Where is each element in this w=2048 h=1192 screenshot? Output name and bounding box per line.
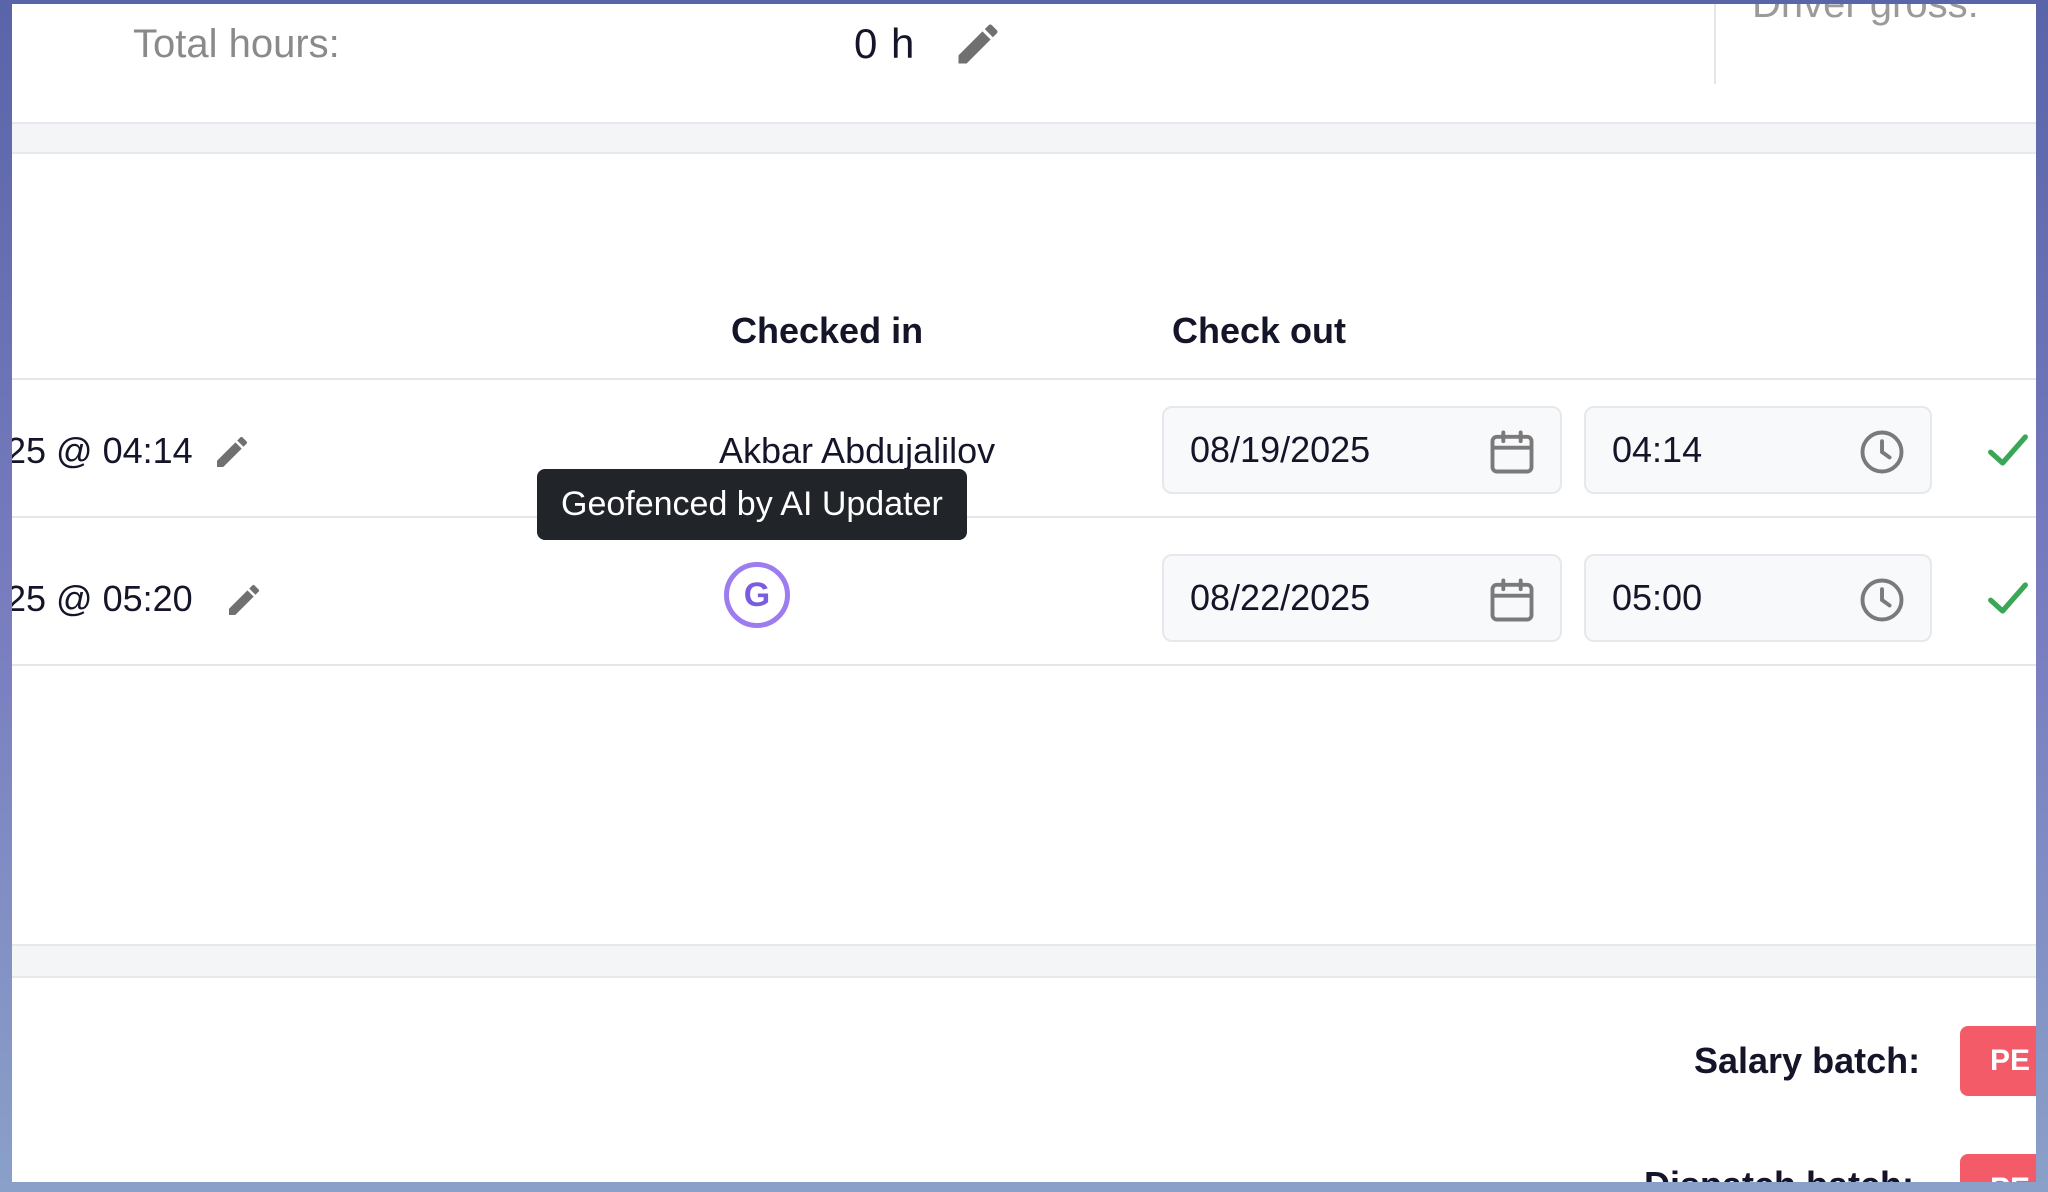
summary-section: Total hours: 0 h Driver gross: [12, 4, 2036, 122]
table-divider [12, 664, 2036, 666]
row-datetime: 25 @ 05:20 [12, 578, 193, 619]
checkout-time-value: 05:00 [1612, 577, 1703, 618]
column-header-checked-in: Checked in [731, 310, 924, 351]
clock-icon[interactable] [1856, 574, 1908, 626]
modal-frame: Total hours: 0 h Driver gross: Checked i… [12, 4, 2036, 1182]
geofence-badge-letter: G [743, 575, 771, 614]
driver-gross-label: Driver gross: [1752, 4, 1979, 26]
dispatch-batch-status-badge[interactable]: PE [1960, 1154, 2036, 1182]
pencil-icon[interactable] [212, 432, 252, 472]
calendar-icon[interactable] [1486, 426, 1538, 478]
geofence-tooltip: Geofenced by AI Updater [537, 469, 967, 540]
checked-in-user: Akbar Abdujalilov [719, 430, 996, 471]
checkout-date-value: 08/19/2025 [1190, 429, 1371, 470]
total-hours-label: Total hours: [133, 22, 340, 66]
checkout-date-field[interactable]: 08/22/2025 [1162, 554, 1562, 642]
clock-icon[interactable] [1856, 426, 1908, 478]
calendar-icon[interactable] [1486, 574, 1538, 626]
salary-batch-label: Salary batch: [1694, 1040, 1921, 1081]
checkmark-icon[interactable] [1982, 424, 2034, 476]
checkout-time-field[interactable]: 05:00 [1584, 554, 1932, 642]
checkout-time-value: 04:14 [1612, 429, 1703, 470]
dispatch-batch-label: Dispatch batch: [1644, 1164, 1914, 1182]
geofence-badge-icon[interactable]: G [724, 562, 790, 628]
table-divider [12, 378, 2036, 380]
table-divider [12, 516, 2036, 518]
pencil-icon[interactable] [224, 580, 264, 620]
checkout-time-field[interactable]: 04:14 [1584, 406, 1932, 494]
section-separator [12, 944, 2036, 978]
row-datetime: 25 @ 04:14 [12, 430, 193, 471]
salary-batch-status-badge[interactable]: PE [1960, 1026, 2036, 1096]
divider [1714, 4, 1716, 84]
checkout-date-field[interactable]: 08/19/2025 [1162, 406, 1562, 494]
total-hours-value: 0 h [854, 20, 916, 67]
column-header-check-out: Check out [1172, 310, 1347, 351]
pencil-icon[interactable] [952, 18, 1004, 70]
section-separator [12, 122, 2036, 154]
checkmark-icon[interactable] [1982, 572, 2034, 624]
checkout-date-value: 08/22/2025 [1190, 577, 1371, 618]
